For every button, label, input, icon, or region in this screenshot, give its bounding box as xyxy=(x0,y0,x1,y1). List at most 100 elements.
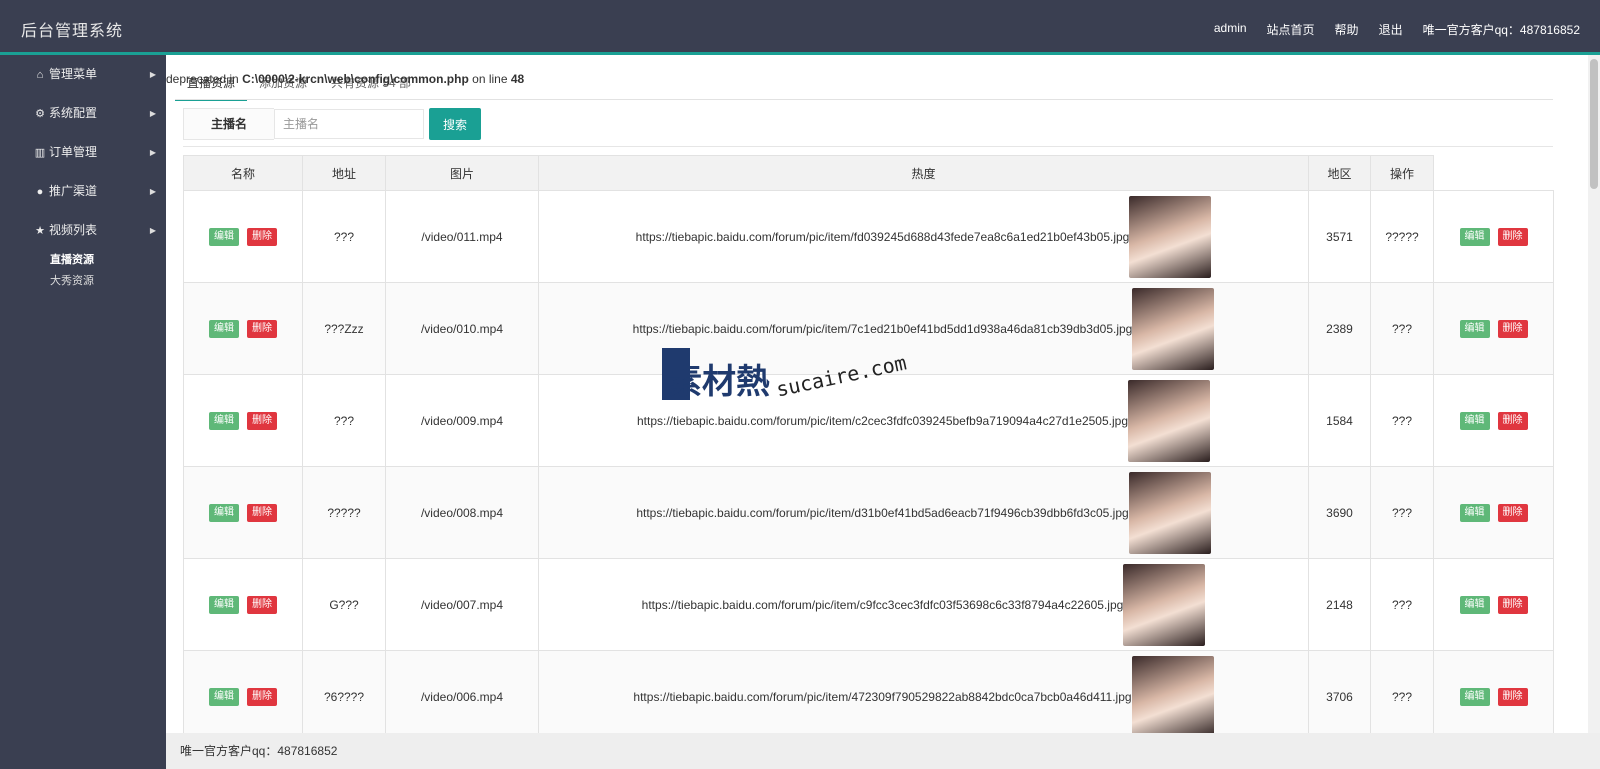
delete-button[interactable]: 删除 xyxy=(247,411,277,430)
sidebar: ⌂ 管理菜单 ▶ ⚙ 系统配置 ▶ ▥ 订单管理 ▶ ● 推广渠道 ▶ ★ 视频列表 ▶ … xyxy=(0,55,166,769)
delete-button[interactable]: 删除 xyxy=(247,595,277,614)
search-label: 主播名 xyxy=(183,108,274,140)
delete-button[interactable]: 删除 xyxy=(1497,503,1528,522)
sidebar-item-promo-channel[interactable]: ● 推广渠道 ▶ xyxy=(0,172,166,211)
edit-button[interactable]: 编辑 xyxy=(1459,503,1490,522)
cell-name: ??? xyxy=(302,190,386,283)
top-nav: admin 站点首页 帮助 退出 唯一官方客户qq：487816852 xyxy=(1214,21,1580,38)
cell-address: /video/009.mp4 xyxy=(385,374,539,467)
nav-help[interactable]: 帮助 xyxy=(1335,21,1359,38)
edit-button[interactable]: 编辑 xyxy=(209,411,239,430)
image-url: https://tiebapic.baidu.com/forum/pic/ite… xyxy=(636,505,1129,520)
cell-heat: 2148 xyxy=(1308,558,1371,651)
sidebar-item-order-manage[interactable]: ▥ 订单管理 ▶ xyxy=(0,133,166,172)
top-bar: 后台管理系统 admin 站点首页 帮助 退出 唯一官方客户qq：4878168… xyxy=(0,0,1600,55)
delete-button[interactable]: 删除 xyxy=(247,687,277,706)
row-action-cell: 编辑 删除 xyxy=(1433,650,1554,733)
cell-address: /video/008.mp4 xyxy=(385,466,539,559)
row-action-cell: 编辑 删除 xyxy=(1433,282,1554,375)
delete-button[interactable]: 删除 xyxy=(1497,687,1528,706)
sidebar-item-system-config[interactable]: ⚙ 系统配置 ▶ xyxy=(0,94,166,133)
edit-button[interactable]: 编辑 xyxy=(1459,319,1490,338)
sidebar-item-label: 系统配置 xyxy=(49,106,98,120)
delete-button[interactable]: 删除 xyxy=(1497,227,1528,246)
app-title: 后台管理系统 xyxy=(21,23,124,40)
sidebar-item-video-list[interactable]: ★ 视频列表 ▶ xyxy=(0,211,166,250)
nav-admin[interactable]: admin xyxy=(1214,21,1247,38)
scrollbar-thumb[interactable] xyxy=(1590,59,1598,189)
delete-button[interactable]: 删除 xyxy=(1497,595,1528,614)
edit-button[interactable]: 编辑 xyxy=(209,687,239,706)
delete-button[interactable]: 删除 xyxy=(247,503,277,522)
tab-divider xyxy=(175,99,1553,100)
sidebar-item-manage-menu[interactable]: ⌂ 管理菜单 ▶ xyxy=(0,55,166,94)
cell-address: /video/006.mp4 xyxy=(385,650,539,733)
php-deprecation-warning: deprecated in C:\0000\2-krcn\web\config\… xyxy=(166,72,525,86)
cell-name: ????? xyxy=(302,466,386,559)
edit-button[interactable]: 编辑 xyxy=(209,227,239,246)
cell-heat: 1584 xyxy=(1308,374,1371,467)
edit-button[interactable]: 编辑 xyxy=(1459,411,1490,430)
nav-logout[interactable]: 退出 xyxy=(1379,21,1403,38)
vertical-scrollbar[interactable] xyxy=(1588,55,1600,733)
search-input[interactable] xyxy=(274,109,424,139)
col-header-image: 图片 xyxy=(385,155,539,191)
col-header-spacer xyxy=(1433,155,1554,191)
cell-name: G??? xyxy=(302,558,386,651)
nav-official-qq: 唯一官方客户qq：487816852 xyxy=(1422,23,1580,37)
cell-image: https://tiebapic.baidu.com/forum/pic/ite… xyxy=(538,374,1309,467)
row-action-cell: 编辑 删除 xyxy=(1433,190,1554,283)
cell-image: https://tiebapic.baidu.com/forum/pic/ite… xyxy=(538,282,1309,375)
sidebar-item-label: 订单管理 xyxy=(49,145,98,159)
row-action-cell: 编辑 删除 xyxy=(183,558,303,651)
col-header-region: 地区 xyxy=(1308,155,1371,191)
row-action-cell: 编辑 删除 xyxy=(183,374,303,467)
cell-image: https://tiebapic.baidu.com/forum/pic/ite… xyxy=(538,466,1309,559)
cell-name: ?6???? xyxy=(302,650,386,733)
chevron-right-icon: ▶ xyxy=(149,226,156,235)
row-action-cell: 编辑 删除 xyxy=(1433,558,1554,651)
col-header-heat: 热度 xyxy=(538,155,1309,191)
gears-icon: ⚙ xyxy=(35,108,45,120)
cell-region: ??? xyxy=(1370,558,1434,651)
cell-heat: 3571 xyxy=(1308,190,1371,283)
delete-button[interactable]: 删除 xyxy=(247,227,277,246)
col-header-actions: 操作 xyxy=(1370,155,1434,191)
thumbnail-image xyxy=(1128,379,1210,462)
cell-name: ???Zzz xyxy=(302,282,386,375)
chevron-right-icon: ▶ xyxy=(149,70,156,79)
table-row: 编辑 删除 ??? /video/011.mp4 https://tiebapic… xyxy=(183,190,1554,283)
cell-address: /video/007.mp4 xyxy=(385,558,539,651)
delete-button[interactable]: 删除 xyxy=(247,319,277,338)
chevron-right-icon: ▶ xyxy=(149,148,156,157)
row-action-cell: 编辑 删除 xyxy=(183,190,303,283)
table-row: 编辑 删除 ????? /video/008.mp4 https://tiebap… xyxy=(183,466,1554,559)
nav-site-home[interactable]: 站点首页 xyxy=(1267,21,1315,38)
delete-button[interactable]: 删除 xyxy=(1497,411,1528,430)
image-url: https://tiebapic.baidu.com/forum/pic/ite… xyxy=(633,689,1132,704)
cell-region: ??? xyxy=(1370,466,1434,559)
sidebar-item-label: 管理菜单 xyxy=(49,67,98,81)
cell-heat: 2389 xyxy=(1308,282,1371,375)
main-content: deprecated in C:\0000\2-krcn\web\config\… xyxy=(166,55,1588,733)
chevron-right-icon: ▶ xyxy=(149,187,156,196)
edit-button[interactable]: 编辑 xyxy=(1459,687,1490,706)
search-button[interactable]: 搜索 xyxy=(429,108,481,140)
thumbnail-image xyxy=(1129,195,1212,278)
cell-address: /video/010.mp4 xyxy=(385,282,539,375)
edit-button[interactable]: 编辑 xyxy=(209,319,239,338)
delete-button[interactable]: 删除 xyxy=(1497,319,1528,338)
edit-button[interactable]: 编辑 xyxy=(209,503,239,522)
table-row: 编辑 删除 ?6???? /video/006.mp4 https://tieba… xyxy=(183,650,1554,733)
edit-button[interactable]: 编辑 xyxy=(209,595,239,614)
edit-button[interactable]: 编辑 xyxy=(1459,227,1490,246)
thumbnail-image xyxy=(1128,471,1211,554)
thumbnail-image xyxy=(1132,287,1215,370)
cell-image: https://tiebapic.baidu.com/forum/pic/ite… xyxy=(538,558,1309,651)
thumbnail-image xyxy=(1123,563,1206,646)
sidebar-subitem-live-resources[interactable]: 直播资源 xyxy=(0,250,166,271)
image-url: https://tiebapic.baidu.com/forum/pic/ite… xyxy=(636,413,1128,428)
sidebar-subitem-show-resources[interactable]: 大秀资源 xyxy=(0,271,166,292)
edit-button[interactable]: 编辑 xyxy=(1459,595,1490,614)
row-action-cell: 编辑 删除 xyxy=(183,466,303,559)
